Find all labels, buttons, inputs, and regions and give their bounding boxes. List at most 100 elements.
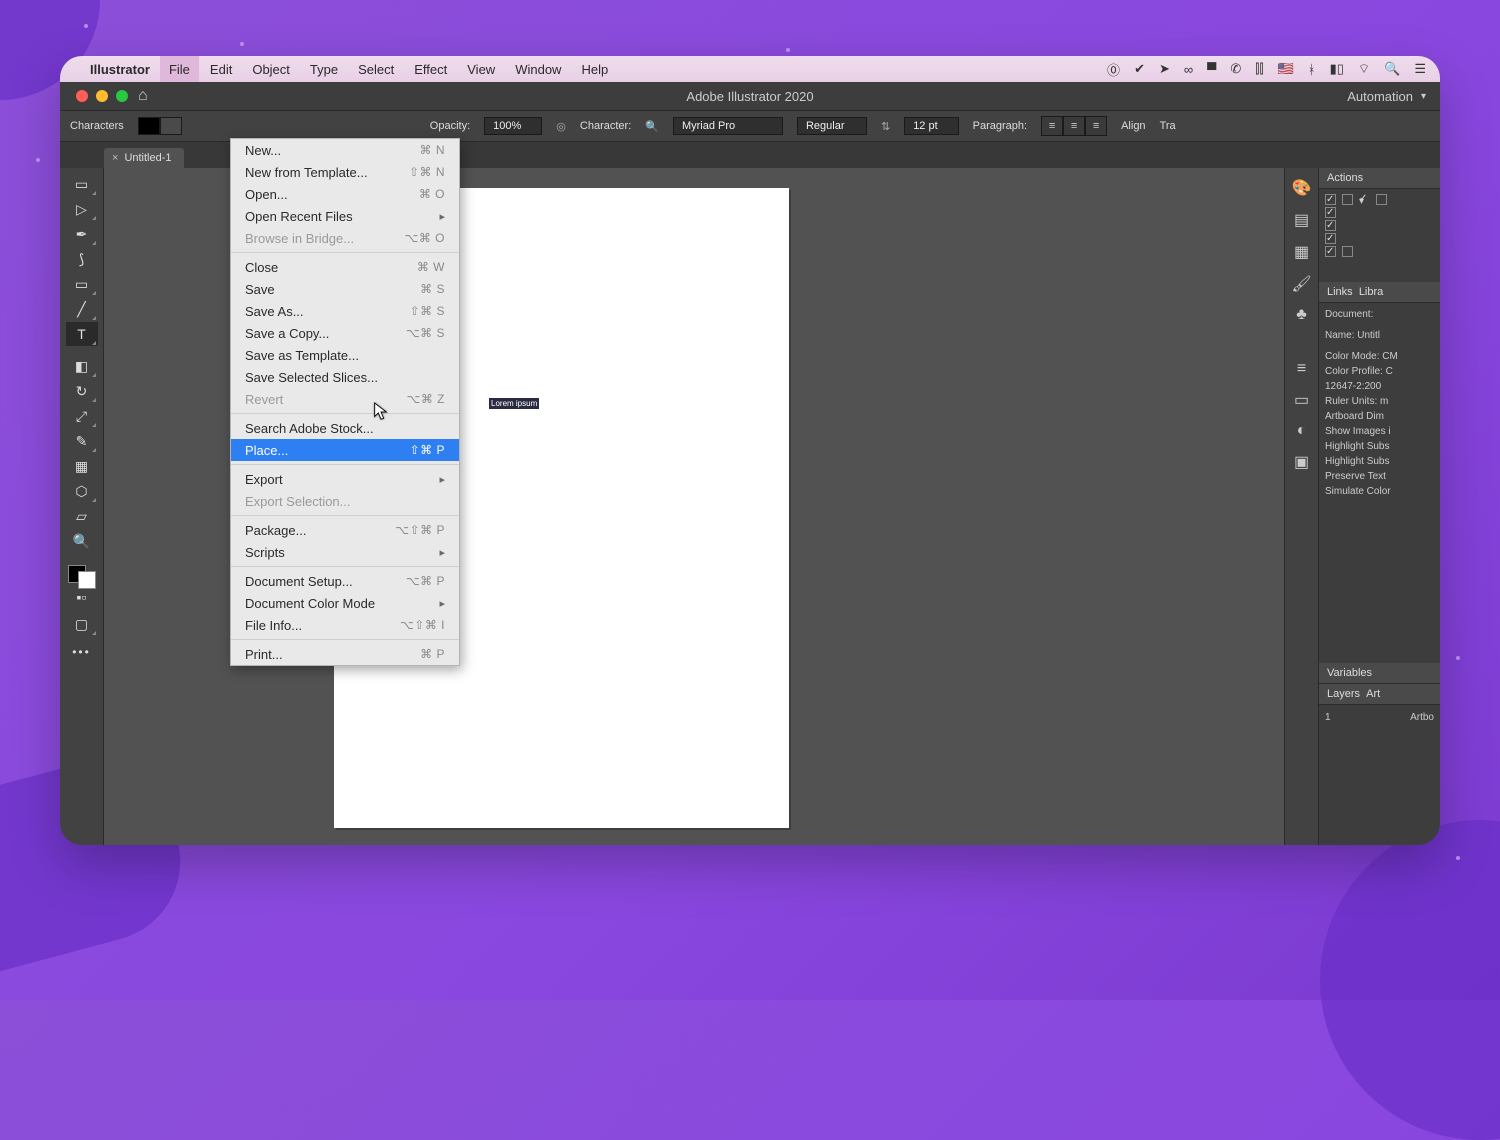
menu-select[interactable]: Select: [349, 56, 403, 82]
font-size-field[interactable]: 12 pt: [904, 117, 958, 135]
home-icon[interactable]: ⌂: [138, 87, 148, 105]
style-target-icon[interactable]: ◎: [556, 120, 566, 133]
edit-toolbar-button[interactable]: •••: [66, 637, 98, 661]
screen-mode-tool[interactable]: ▢: [66, 612, 98, 636]
menu-window[interactable]: Window: [506, 56, 570, 82]
battery-icon[interactable]: ▮▯: [1330, 61, 1344, 77]
stroke-panel-icon[interactable]: ≡: [1297, 360, 1306, 378]
file-menu-item-new-from-template[interactable]: New from Template...⇧⌘ N: [231, 161, 459, 183]
align-right-button[interactable]: ≡: [1085, 116, 1107, 136]
menu-help[interactable]: Help: [572, 56, 617, 82]
menu-file[interactable]: File: [160, 56, 199, 82]
menu-edit[interactable]: Edit: [201, 56, 241, 82]
document-tab[interactable]: × Untitled-1: [104, 148, 184, 168]
menu-effect[interactable]: Effect: [405, 56, 456, 82]
file-menu-item-search-adobe-stock[interactable]: Search Adobe Stock...: [231, 417, 459, 439]
chevron-down-icon[interactable]: ▾: [1421, 91, 1426, 102]
color-mode-row[interactable]: ▪▫: [66, 590, 98, 604]
properties-panel-icon[interactable]: ▤: [1294, 210, 1309, 230]
links-panel-tab[interactable]: Links Libra: [1319, 282, 1440, 303]
file-menu-item-package[interactable]: Package...⌥⇧⌘ P: [231, 519, 459, 541]
symbols-panel-icon[interactable]: ♣: [1296, 306, 1307, 324]
libraries-tab-label[interactable]: Libra: [1359, 286, 1383, 298]
font-family-field[interactable]: Myriad Pro: [673, 117, 783, 135]
menu-type[interactable]: Type: [301, 56, 347, 82]
font-search-icon[interactable]: 🔍: [645, 120, 659, 133]
direct-selection-tool[interactable]: ▷: [66, 197, 98, 221]
workspace-switcher[interactable]: Automation: [1347, 89, 1413, 104]
rectangle-tool[interactable]: ▭: [66, 272, 98, 296]
minimize-window-button[interactable]: [96, 90, 108, 102]
close-window-button[interactable]: [76, 90, 88, 102]
selection-tool[interactable]: ▭: [66, 172, 98, 196]
file-menu-item-new[interactable]: New...⌘ N: [231, 139, 459, 161]
file-menu-item-close[interactable]: Close⌘ W: [231, 256, 459, 278]
file-menu-item-document-color-mode[interactable]: Document Color Mode: [231, 592, 459, 614]
menu-object[interactable]: Object: [243, 56, 299, 82]
utorrent-icon[interactable]: ⓪: [1107, 60, 1120, 79]
gradient-panel-icon[interactable]: ▭: [1294, 390, 1309, 410]
sliders-icon[interactable]: ⫿⫿: [1255, 61, 1263, 77]
eyedropper-tool[interactable]: ✎: [66, 429, 98, 453]
file-menu-item-save-selected-slices[interactable]: Save Selected Slices...: [231, 366, 459, 388]
curvature-tool[interactable]: ⟆: [66, 247, 98, 271]
scale-tool[interactable]: ⤢: [66, 404, 98, 428]
file-menu-item-save-as[interactable]: Save As...⇧⌘ S: [231, 300, 459, 322]
screen-icon[interactable]: ▀: [1207, 62, 1216, 77]
color-panel-icon[interactable]: 🎨: [1292, 178, 1312, 198]
appearance-panel-icon[interactable]: ▣: [1294, 452, 1309, 472]
close-tab-icon[interactable]: ×: [112, 152, 118, 164]
transparency-panel-icon[interactable]: ◐: [1297, 422, 1307, 440]
fill-stroke-control[interactable]: [68, 565, 96, 589]
flag-icon[interactable]: 🇺🇸: [1278, 61, 1294, 77]
artboard-tool[interactable]: ▱: [66, 504, 98, 528]
layers-tab-label[interactable]: Layers: [1327, 688, 1360, 700]
viber-icon[interactable]: ✆: [1230, 61, 1241, 77]
fill-stroke-swatch[interactable]: [138, 117, 182, 135]
text-selection[interactable]: Lorem ipsum: [489, 398, 539, 409]
align-label[interactable]: Align: [1121, 120, 1145, 132]
eraser-tool[interactable]: ◧: [66, 354, 98, 378]
align-center-button[interactable]: ≡: [1063, 116, 1085, 136]
brushes-panel-icon[interactable]: 🖌: [1291, 274, 1311, 294]
file-menu-item-save-a-copy[interactable]: Save a Copy...⌥⌘ S: [231, 322, 459, 344]
menu-view[interactable]: View: [458, 56, 504, 82]
opacity-field[interactable]: 100%: [484, 117, 542, 135]
zoom-window-button[interactable]: [116, 90, 128, 102]
type-tool[interactable]: T: [66, 322, 98, 346]
transform-label[interactable]: Tra: [1160, 120, 1176, 132]
actions-panel-tab[interactable]: Actions: [1319, 168, 1440, 189]
creative-cloud-icon[interactable]: ∞: [1184, 62, 1193, 77]
layer-row[interactable]: 1 Artbo: [1325, 709, 1434, 726]
links-tab-label[interactable]: Links: [1327, 286, 1353, 298]
telegram-icon[interactable]: ➤: [1159, 61, 1170, 77]
app-name[interactable]: Illustrator: [82, 62, 158, 77]
size-link-icon[interactable]: ⇅: [881, 120, 890, 133]
search-icon[interactable]: 🔍: [1384, 61, 1400, 77]
layers-panel-tab[interactable]: Layers Art: [1319, 684, 1440, 705]
file-menu-item-place[interactable]: Place...⇧⌘ P: [231, 439, 459, 461]
artboards-tab-label[interactable]: Art: [1366, 688, 1380, 700]
file-menu-item-open[interactable]: Open...⌘ O: [231, 183, 459, 205]
rotate-tool[interactable]: ↻: [66, 379, 98, 403]
variables-panel-tab[interactable]: Variables: [1319, 663, 1440, 684]
font-style-field[interactable]: Regular: [797, 117, 867, 135]
file-menu-item-document-setup[interactable]: Document Setup...⌥⌘ P: [231, 570, 459, 592]
bluetooth-icon[interactable]: ᚼ: [1308, 62, 1316, 77]
file-menu-item-save-as-template[interactable]: Save as Template...: [231, 344, 459, 366]
pen-tool[interactable]: ✒: [66, 222, 98, 246]
control-center-icon[interactable]: ☰: [1414, 61, 1426, 77]
file-menu-item-file-info[interactable]: File Info...⌥⇧⌘ I: [231, 614, 459, 636]
file-menu-item-save[interactable]: Save⌘ S: [231, 278, 459, 300]
file-menu-item-open-recent-files[interactable]: Open Recent Files: [231, 205, 459, 227]
align-left-button[interactable]: ≡: [1041, 116, 1063, 136]
zoom-tool[interactable]: 🔍: [66, 529, 98, 553]
swatches-panel-icon[interactable]: ▦: [1294, 242, 1309, 262]
wifi-icon[interactable]: ⌔: [1358, 61, 1370, 77]
file-menu-item-scripts[interactable]: Scripts: [231, 541, 459, 563]
line-tool[interactable]: ╱: [66, 297, 98, 321]
shield-icon[interactable]: ✔: [1134, 61, 1145, 77]
file-menu-item-print[interactable]: Print...⌘ P: [231, 643, 459, 665]
shape-builder-tool[interactable]: ⬡: [66, 479, 98, 503]
gradient-tool[interactable]: ▦: [66, 454, 98, 478]
